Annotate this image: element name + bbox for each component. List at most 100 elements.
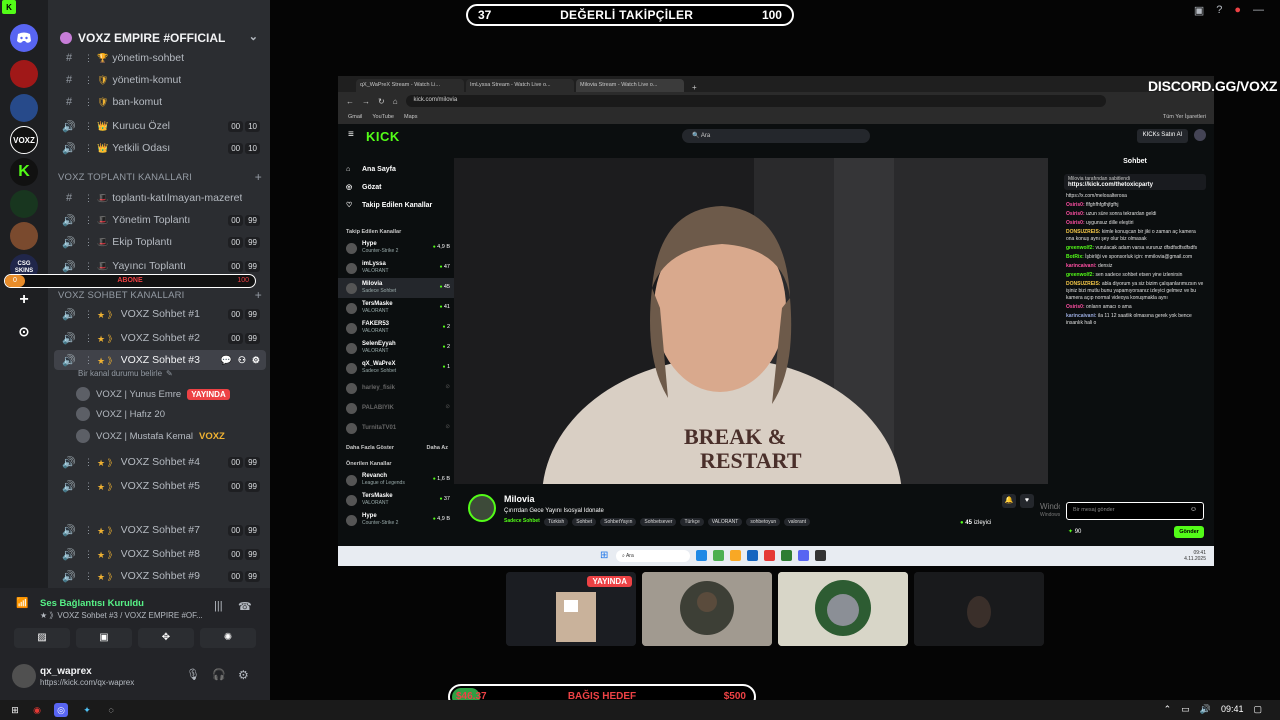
obs-icon[interactable]: ◌: [104, 703, 118, 717]
obs-icon[interactable]: [815, 550, 826, 561]
all-bookmarks[interactable]: Tüm Yer İşaretleri: [1163, 114, 1206, 120]
channel-status[interactable]: Bir kanal durumu belirle ✎: [54, 366, 266, 380]
kick-channel-item[interactable]: SelenEyyahVALORANT 2: [338, 338, 454, 358]
kick-channel-item[interactable]: PALABIYIK ⊘: [338, 398, 454, 418]
browser-tab[interactable]: ImLyssa Stream - Watch Live o...: [466, 79, 574, 92]
show-more-link[interactable]: Daha Fazla Göster: [346, 442, 394, 454]
channel-item[interactable]: # ⋮ 🎩 toplantı-katılmayan-mazeret: [54, 188, 266, 208]
chevron-down-icon[interactable]: ⌄: [249, 30, 258, 43]
channel-item[interactable]: 🔊 ⋮ ★ 》 VOXZ Sohbet #2 00 99: [54, 328, 266, 348]
channel-item[interactable]: 🔊 ⋮ 👑 Yetkili Odası 00 10: [54, 138, 266, 158]
kick-channel-item[interactable]: qX_WaPreXSadece Sohbet 1: [338, 358, 454, 378]
bookmark-maps[interactable]: Maps: [404, 114, 417, 120]
video-player[interactable]: BREAK & RESTART: [454, 158, 1048, 484]
inbox-icon[interactable]: ▣: [1194, 4, 1204, 17]
avatar[interactable]: [1194, 129, 1206, 141]
nav-following[interactable]: ♡ Takip Edilen Kanallar: [338, 196, 454, 214]
windows-start-icon[interactable]: ⊞: [600, 550, 608, 561]
chat-username[interactable]: BotRix:: [1066, 254, 1084, 260]
microphone-icon[interactable]: 🎙: [186, 668, 200, 681]
webcam-tile[interactable]: [642, 572, 772, 646]
soundboard-button[interactable]: ✺: [200, 628, 256, 648]
discover-icon[interactable]: ⊙: [10, 318, 38, 346]
stream-tag[interactable]: Sohbet: [572, 518, 597, 526]
kick-app-icon[interactable]: K: [2, 0, 16, 14]
voice-status[interactable]: Ses Bağlantısı Kuruldu: [40, 598, 144, 609]
app-icon[interactable]: [713, 550, 724, 561]
channel-item[interactable]: 🔊 ⋮ ★ 》 VOXZ Sohbet #4 00 99: [54, 452, 266, 472]
category-chat[interactable]: VOXZ SOHBET KANALLARI +: [58, 288, 264, 304]
channel-item[interactable]: # ⋮ 🛡 ban-komut: [54, 92, 266, 112]
show-less-link[interactable]: Daha Az: [427, 442, 449, 454]
channel-item[interactable]: 🔊 ⋮ ★ 》 VOXZ Sohbet #5 00 99: [54, 476, 266, 496]
channel-item[interactable]: 🔊 ⋮ 🎩 Yayıncı Toplantı 00 99: [54, 256, 266, 276]
stream-tag[interactable]: Türkçe: [680, 518, 704, 526]
add-channel-icon[interactable]: +: [255, 170, 262, 184]
chat-username[interactable]: Osiris0:: [1066, 211, 1085, 217]
kick-channel-item[interactable]: MiloviaSadece Sohbet 45: [338, 278, 454, 298]
chat-username[interactable]: karincaivani:: [1066, 263, 1097, 269]
category-meetings[interactable]: VOXZ TOPLANTI KANALLARI +: [58, 170, 264, 186]
channel-item[interactable]: 🔊 ⋮ ★ 》 VOXZ Sohbet #1 00 99: [54, 304, 266, 324]
channel-item[interactable]: 🔊 ⋮ 🎩 Ekip Toplantı 00 99: [54, 232, 266, 252]
chat-input[interactable]: Bir mesaj gönder ☺: [1066, 502, 1204, 520]
webcam-tile[interactable]: [914, 572, 1044, 646]
kick-channel-item[interactable]: TersMaskeVALORANT 37: [338, 490, 454, 510]
follow-heart-button[interactable]: ♥: [1020, 494, 1034, 508]
kick-channel-item[interactable]: harley_fisik ⊘: [338, 378, 454, 398]
search-input[interactable]: 🔍 Ara: [682, 129, 870, 143]
server-icon[interactable]: [10, 94, 38, 122]
store-icon[interactable]: [747, 550, 758, 561]
channel-item[interactable]: # ⋮ 🛡 yönetim-komut: [54, 70, 266, 90]
discord-home-icon[interactable]: [10, 24, 38, 52]
kick-server-icon[interactable]: K: [10, 158, 38, 186]
url-input[interactable]: kick.com/milovia: [405, 95, 1106, 107]
back-icon[interactable]: ←: [346, 97, 354, 106]
chat-username[interactable]: greenwolf2:: [1066, 245, 1094, 251]
kick-logo[interactable]: KICK: [366, 129, 400, 144]
bookmark-gmail[interactable]: Gmail: [348, 114, 362, 120]
pinned-link[interactable]: https://kick.com/thetoxicparty: [1068, 182, 1202, 188]
reload-icon[interactable]: ↻: [378, 97, 385, 106]
settings-gear-icon[interactable]: ⚙: [238, 668, 249, 682]
browser-tab[interactable]: qX_WaPreX Stream - Watch Li...: [356, 79, 464, 92]
chat-bubble-icon[interactable]: 💬: [221, 355, 232, 366]
voice-member[interactable]: VOXZ | Mustafa Kemal VOXZ: [76, 426, 266, 446]
chat-username[interactable]: Osiris0:: [1066, 304, 1085, 310]
kick-channel-item[interactable]: TurnitaTV01 ⊘: [338, 418, 454, 438]
channel-item[interactable]: # ⋮ 🏆 yönetim-sohbet: [54, 48, 266, 68]
channel-item[interactable]: 🔊 ⋮ 🎩 Yönetim Toplantı 00 99: [54, 210, 266, 230]
webcam-tile[interactable]: [778, 572, 908, 646]
camera-off-button[interactable]: ▨: [14, 628, 70, 648]
chevron-up-icon[interactable]: ⌃: [1164, 704, 1172, 715]
username[interactable]: qx_waprex: [40, 666, 92, 677]
channel-item[interactable]: 🔊 ⋮ ★ 》 VOXZ Sohbet #9 00 99: [54, 566, 266, 586]
chat-username[interactable]: Osiris0:: [1066, 220, 1085, 226]
avatar[interactable]: ●: [1234, 4, 1241, 17]
kick-channel-item[interactable]: HypeCounter-Strike 2 4,9 B: [338, 510, 454, 530]
channel-item[interactable]: 🔊 ⋮ 👑 Kurucu Özel 00 10: [54, 116, 266, 136]
stream-tag[interactable]: sohbetoyun: [746, 518, 781, 526]
screen-share-button[interactable]: ▣: [76, 628, 132, 648]
add-channel-icon[interactable]: +: [255, 288, 262, 302]
network-icon[interactable]: ▭: [1181, 704, 1190, 715]
channel-points[interactable]: ✦ 90: [1068, 528, 1081, 535]
kick-channel-item[interactable]: FAKER53VALORANT 2: [338, 318, 454, 338]
chat-username[interactable]: Osiris0:: [1066, 202, 1085, 208]
discord-icon[interactable]: [798, 550, 809, 561]
edge-icon[interactable]: [696, 550, 707, 561]
chat-username[interactable]: greenwolf2:: [1066, 272, 1094, 278]
stream-tag[interactable]: SohbetYayın: [600, 518, 637, 526]
chat-username[interactable]: DONSUZREIS:: [1066, 281, 1100, 287]
streamer-avatar[interactable]: [468, 494, 496, 522]
browser-tab[interactable]: Milovia Stream - Watch Live o...: [576, 79, 684, 92]
disconnect-icon[interactable]: ☎: [238, 600, 252, 613]
menu-icon[interactable]: ≡: [348, 129, 354, 140]
server-icon[interactable]: [10, 222, 38, 250]
webcam-tile[interactable]: YAYINDA: [506, 572, 636, 646]
stream-tag[interactable]: VALORANT: [707, 518, 743, 526]
buy-kicks-button[interactable]: KICKs Satın Al: [1136, 129, 1188, 143]
chrome-icon[interactable]: ◉: [30, 703, 44, 717]
bookmark-youtube[interactable]: YouTube: [372, 114, 394, 120]
voxz-server-icon[interactable]: VOXZ: [10, 126, 38, 154]
